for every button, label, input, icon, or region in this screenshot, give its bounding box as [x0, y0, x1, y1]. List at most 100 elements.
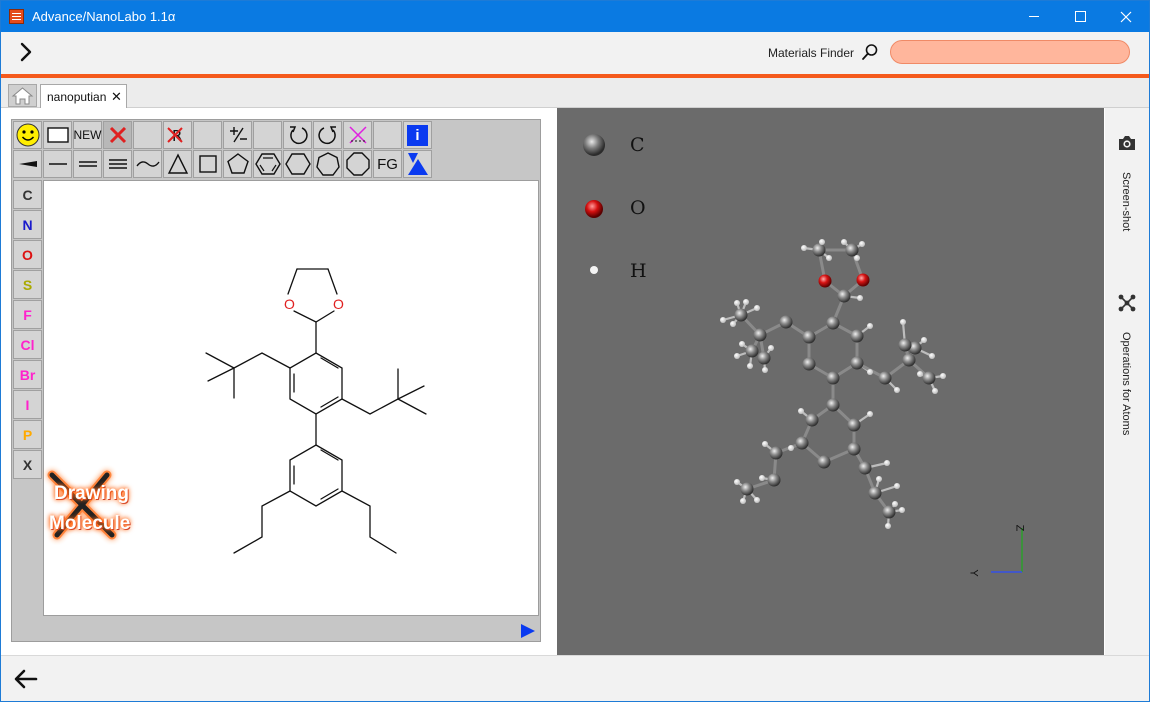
element-c-button[interactable]: C	[13, 180, 42, 209]
hydrogen-atom[interactable]	[876, 476, 882, 482]
carbon-atom[interactable]	[795, 436, 809, 450]
tab-nanoputian[interactable]: nanoputian ✕	[40, 84, 127, 108]
single-bond-tool[interactable]	[43, 150, 72, 178]
hydrogen-atom[interactable]	[859, 241, 865, 247]
carbon-atom[interactable]	[850, 356, 864, 370]
play-icon[interactable]	[519, 622, 537, 640]
carbon-atom[interactable]	[847, 418, 861, 432]
hydrogen-atom[interactable]	[801, 245, 807, 251]
drawing-canvas[interactable]: O O	[43, 180, 539, 616]
triple-bond-tool[interactable]	[103, 150, 132, 178]
carbon-atom[interactable]	[882, 505, 896, 519]
carbon-atom[interactable]	[740, 482, 754, 496]
hydrogen-atom[interactable]	[743, 299, 749, 305]
ring6-tool[interactable]	[283, 150, 312, 178]
back-arrow-icon[interactable]	[13, 668, 39, 690]
ring4-tool[interactable]	[193, 150, 222, 178]
hydrogen-atom[interactable]	[857, 295, 863, 301]
charge-tool[interactable]	[223, 121, 252, 149]
smiley-tool[interactable]	[13, 121, 42, 149]
clear-selection-tool[interactable]	[343, 121, 372, 149]
close-window-button[interactable]	[1103, 1, 1149, 32]
hydrogen-atom[interactable]	[921, 337, 927, 343]
carbon-atom[interactable]	[802, 330, 816, 344]
hydrogen-atom[interactable]	[894, 483, 900, 489]
empty-tool-2[interactable]	[193, 121, 222, 149]
remove-r-group-tool[interactable]: R	[163, 121, 192, 149]
hydrogen-atom[interactable]	[740, 498, 746, 504]
hydrogen-atom[interactable]	[734, 300, 740, 306]
empty-tool-3[interactable]	[253, 121, 282, 149]
screenshot-button[interactable]: Screen-shot	[1117, 134, 1139, 264]
element-p-button[interactable]: P	[13, 420, 42, 449]
carbon-atom[interactable]	[753, 328, 767, 342]
carbon-atom[interactable]	[812, 243, 826, 257]
hydrogen-atom[interactable]	[940, 373, 946, 379]
hydrogen-atom[interactable]	[747, 363, 753, 369]
carbon-atom[interactable]	[802, 357, 816, 371]
hydrogen-atom[interactable]	[739, 341, 745, 347]
empty-tool-1[interactable]	[133, 121, 162, 149]
hydrogen-atom[interactable]	[917, 371, 923, 377]
ring5-tool[interactable]	[223, 150, 252, 178]
hydrogen-atom[interactable]	[734, 353, 740, 359]
carbon-atom[interactable]	[769, 446, 783, 460]
carbon-atom[interactable]	[868, 486, 882, 500]
wedge-bond-tool[interactable]	[13, 150, 42, 178]
element-o-button[interactable]: O	[13, 240, 42, 269]
home-tab[interactable]	[8, 84, 37, 107]
carbon-atom[interactable]	[837, 289, 851, 303]
element-cl-button[interactable]: Cl	[13, 330, 42, 359]
carbon-atom[interactable]	[745, 344, 759, 358]
carbon-atom[interactable]	[757, 351, 771, 365]
hydrogen-atom[interactable]	[932, 388, 938, 394]
hydrogen-atom[interactable]	[819, 239, 825, 245]
templates-tool[interactable]	[403, 150, 432, 178]
rotate-right-tool[interactable]	[313, 121, 342, 149]
hydrogen-atom[interactable]	[762, 367, 768, 373]
functional-group-tool[interactable]: FG	[373, 150, 402, 178]
info-button[interactable]: i	[403, 121, 432, 149]
carbon-atom[interactable]	[845, 243, 859, 257]
expand-menu-chevron-icon[interactable]	[15, 41, 37, 63]
hydrogen-atom[interactable]	[762, 441, 768, 447]
hydrogen-atom[interactable]	[854, 255, 860, 261]
double-bond-tool[interactable]	[73, 150, 102, 178]
hydrogen-atom[interactable]	[885, 523, 891, 529]
carbon-atom[interactable]	[898, 338, 912, 352]
carbon-atom[interactable]	[734, 308, 748, 322]
carbon-atom[interactable]	[826, 371, 840, 385]
hydrogen-atom[interactable]	[768, 345, 774, 351]
hydrogen-atom[interactable]	[899, 507, 905, 513]
chain-tool[interactable]	[133, 150, 162, 178]
blank-rectangle-tool[interactable]	[43, 121, 72, 149]
element-br-button[interactable]: Br	[13, 360, 42, 389]
search-icon[interactable]	[861, 43, 879, 61]
hydrogen-atom[interactable]	[892, 501, 898, 507]
oxygen-atom[interactable]	[856, 273, 870, 287]
carbon-atom[interactable]	[826, 398, 840, 412]
minimize-button[interactable]	[1011, 1, 1057, 32]
carbon-atom[interactable]	[922, 371, 936, 385]
hydrogen-atom[interactable]	[788, 445, 794, 451]
oxygen-atom[interactable]	[818, 274, 832, 288]
hydrogen-atom[interactable]	[867, 411, 873, 417]
molecule-3d-viewer[interactable]: C O H Z Y	[557, 108, 1104, 655]
operations-for-atoms-button[interactable]: Operations for Atoms	[1117, 294, 1139, 464]
hydrogen-atom[interactable]	[841, 239, 847, 245]
carbon-atom[interactable]	[767, 473, 781, 487]
hydrogen-atom[interactable]	[894, 387, 900, 393]
hydrogen-atom[interactable]	[884, 460, 890, 466]
maximize-button[interactable]	[1057, 1, 1103, 32]
carbon-atom[interactable]	[847, 442, 861, 456]
hydrogen-atom[interactable]	[798, 408, 804, 414]
hydrogen-atom[interactable]	[826, 255, 832, 261]
hydrogen-atom[interactable]	[867, 323, 873, 329]
element-n-button[interactable]: N	[13, 210, 42, 239]
hydrogen-atom[interactable]	[730, 321, 736, 327]
empty-tool-4[interactable]	[373, 121, 402, 149]
delete-tool[interactable]	[103, 121, 132, 149]
hydrogen-atom[interactable]	[929, 353, 935, 359]
hydrogen-atom[interactable]	[720, 317, 726, 323]
hydrogen-atom[interactable]	[867, 369, 873, 375]
